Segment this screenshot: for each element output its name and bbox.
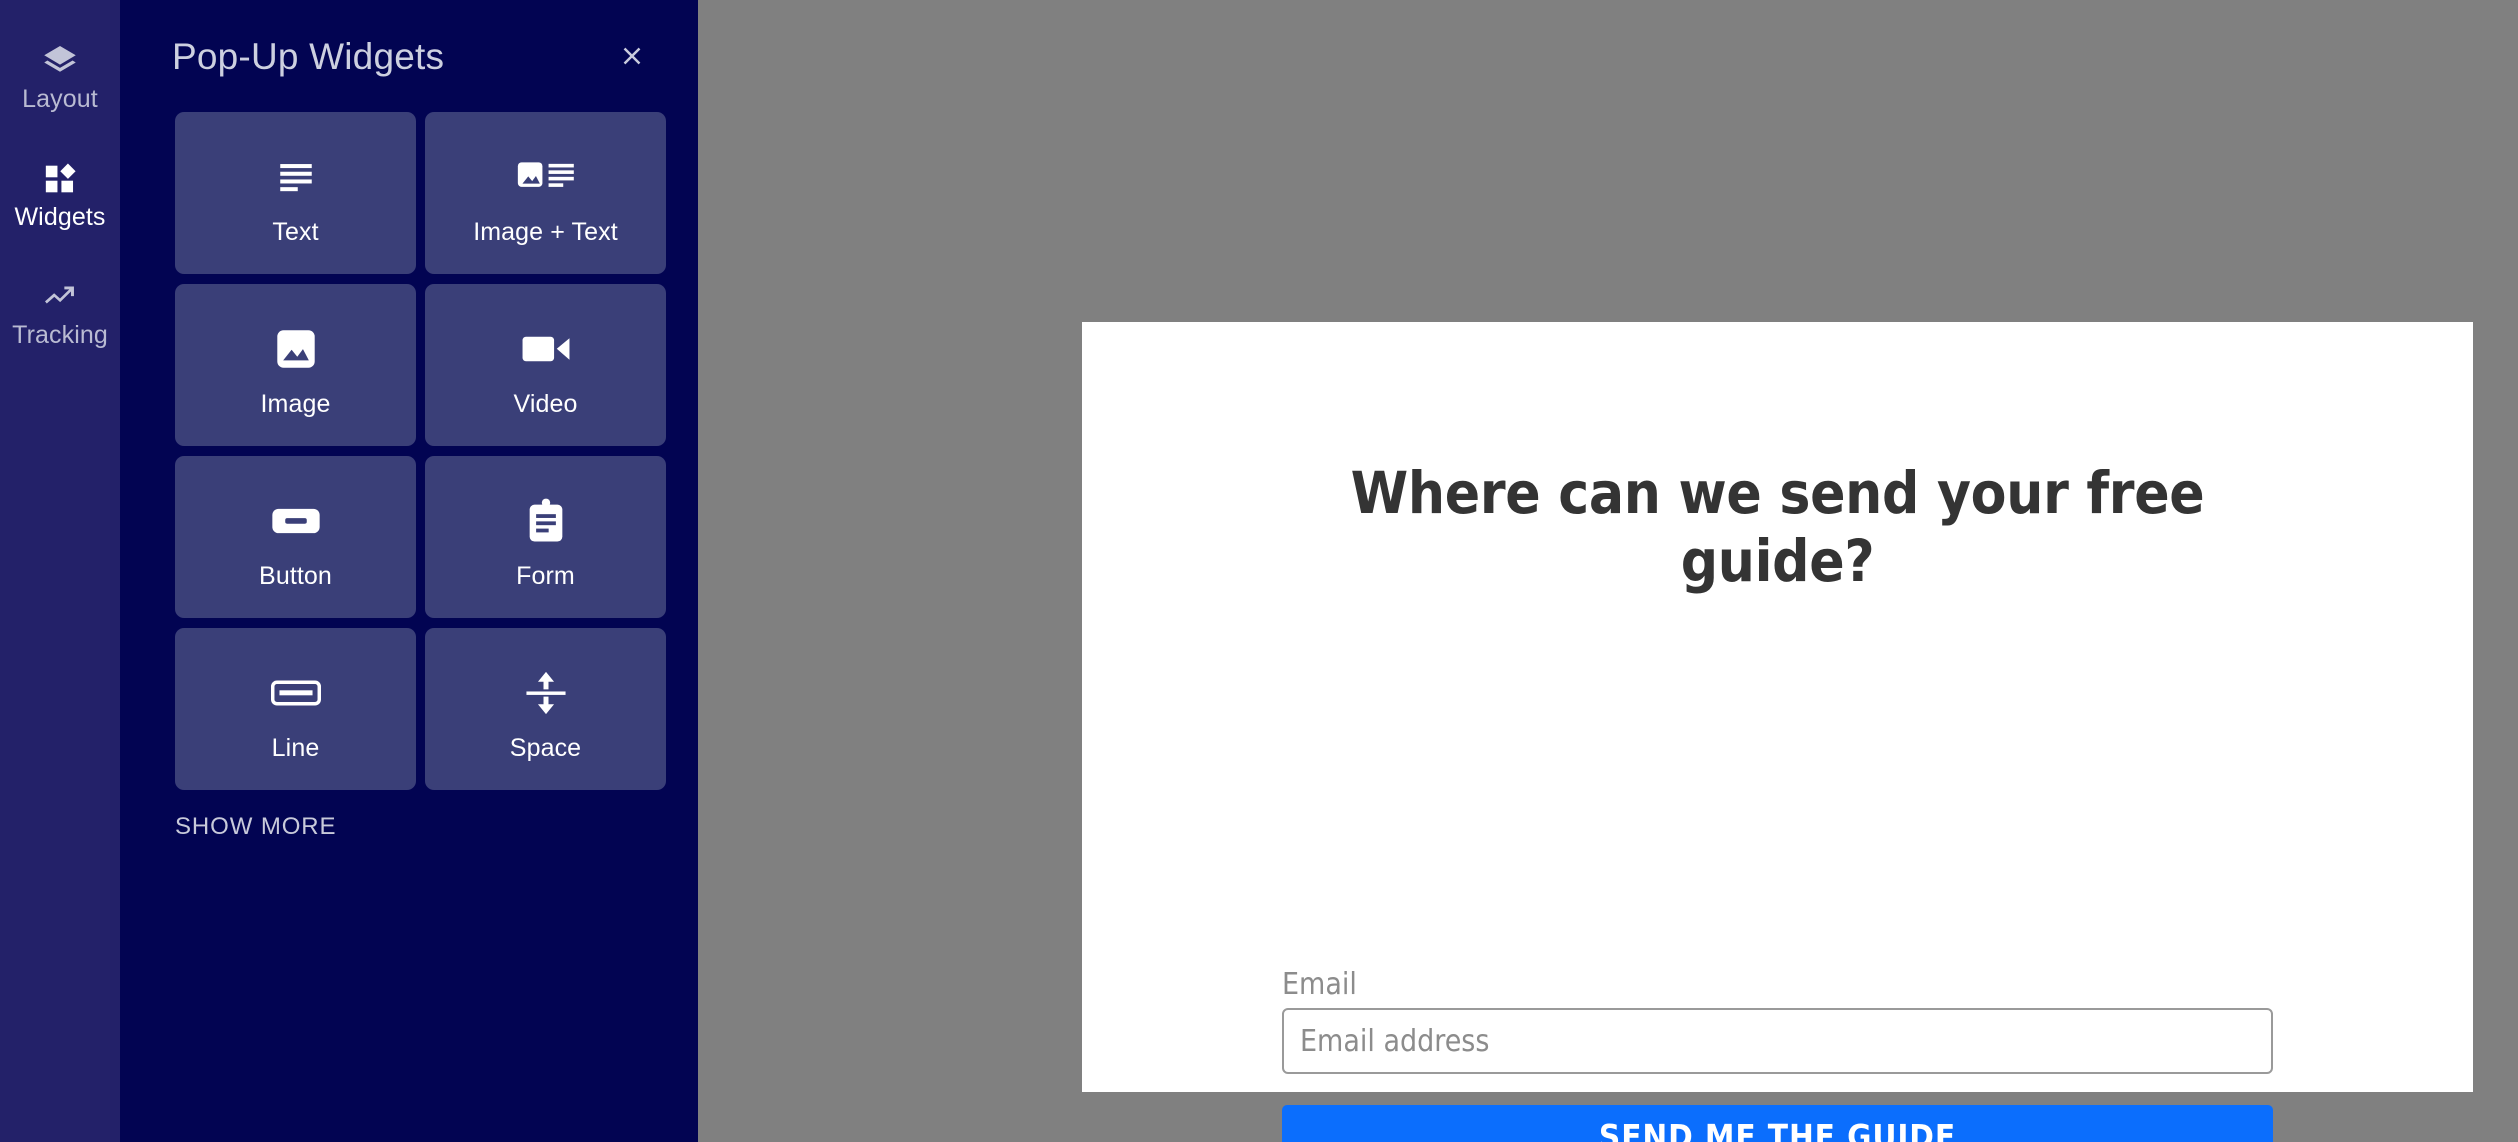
send-me-the-guide-button[interactable]: SEND ME THE GUIDE <box>1282 1105 2273 1142</box>
widget-tile-label: Button <box>259 561 332 590</box>
widget-tile-image-text[interactable]: Image + Text <box>425 112 666 274</box>
email-field-label: Email <box>1282 967 1357 1002</box>
widget-tile-label: Space <box>509 733 582 762</box>
image-text-icon <box>517 148 575 206</box>
widget-tile-line[interactable]: Line <box>175 628 416 790</box>
widget-grid: Text Image + Text Image Video Button For… <box>0 112 666 790</box>
space-arrows-icon <box>524 664 568 722</box>
widget-tile-label: Video <box>513 389 578 418</box>
widget-tile-label: Image <box>260 389 331 418</box>
text-lines-icon <box>275 148 317 206</box>
panel-header: Pop-Up Widgets <box>120 0 698 112</box>
preview-canvas: Where can we send your free guide? Email… <box>698 0 2518 1142</box>
widget-tile-image[interactable]: Image <box>175 284 416 446</box>
widget-tile-form[interactable]: Form <box>425 456 666 618</box>
widget-tile-label: Line <box>271 733 320 762</box>
widget-tile-button[interactable]: Button <box>175 456 416 618</box>
editor-app: Layout Widgets Tracking Pop-Up Widgets T… <box>0 0 2518 1142</box>
video-camera-icon <box>521 320 571 378</box>
widget-tile-video[interactable]: Video <box>425 284 666 446</box>
close-icon[interactable] <box>606 30 658 82</box>
widget-tile-label: Text <box>272 217 319 246</box>
popup-card: Where can we send your free guide? Email… <box>1082 322 2473 1142</box>
clipboard-form-icon <box>527 492 565 550</box>
widget-tile-text[interactable]: Text <box>175 112 416 274</box>
layers-icon <box>41 42 79 80</box>
panel-title: Pop-Up Widgets <box>172 35 445 77</box>
button-icon <box>271 492 321 550</box>
popup-heading: Where can we send your free guide? <box>1350 459 2205 596</box>
widget-tile-label: Form <box>516 561 575 590</box>
widgets-panel: Pop-Up Widgets Text Image + Text Image V… <box>120 0 698 1142</box>
popup-content: Where can we send your free guide? Email… <box>1282 322 2273 1142</box>
widget-tile-label: Image + Text <box>473 217 618 246</box>
line-divider-icon <box>270 664 321 722</box>
image-icon <box>274 320 318 378</box>
nav-item-label: Layout <box>22 85 98 113</box>
show-more-button[interactable]: SHOW MORE <box>0 813 336 841</box>
widget-tile-space[interactable]: Space <box>425 628 666 790</box>
email-input[interactable] <box>1282 1008 2273 1074</box>
